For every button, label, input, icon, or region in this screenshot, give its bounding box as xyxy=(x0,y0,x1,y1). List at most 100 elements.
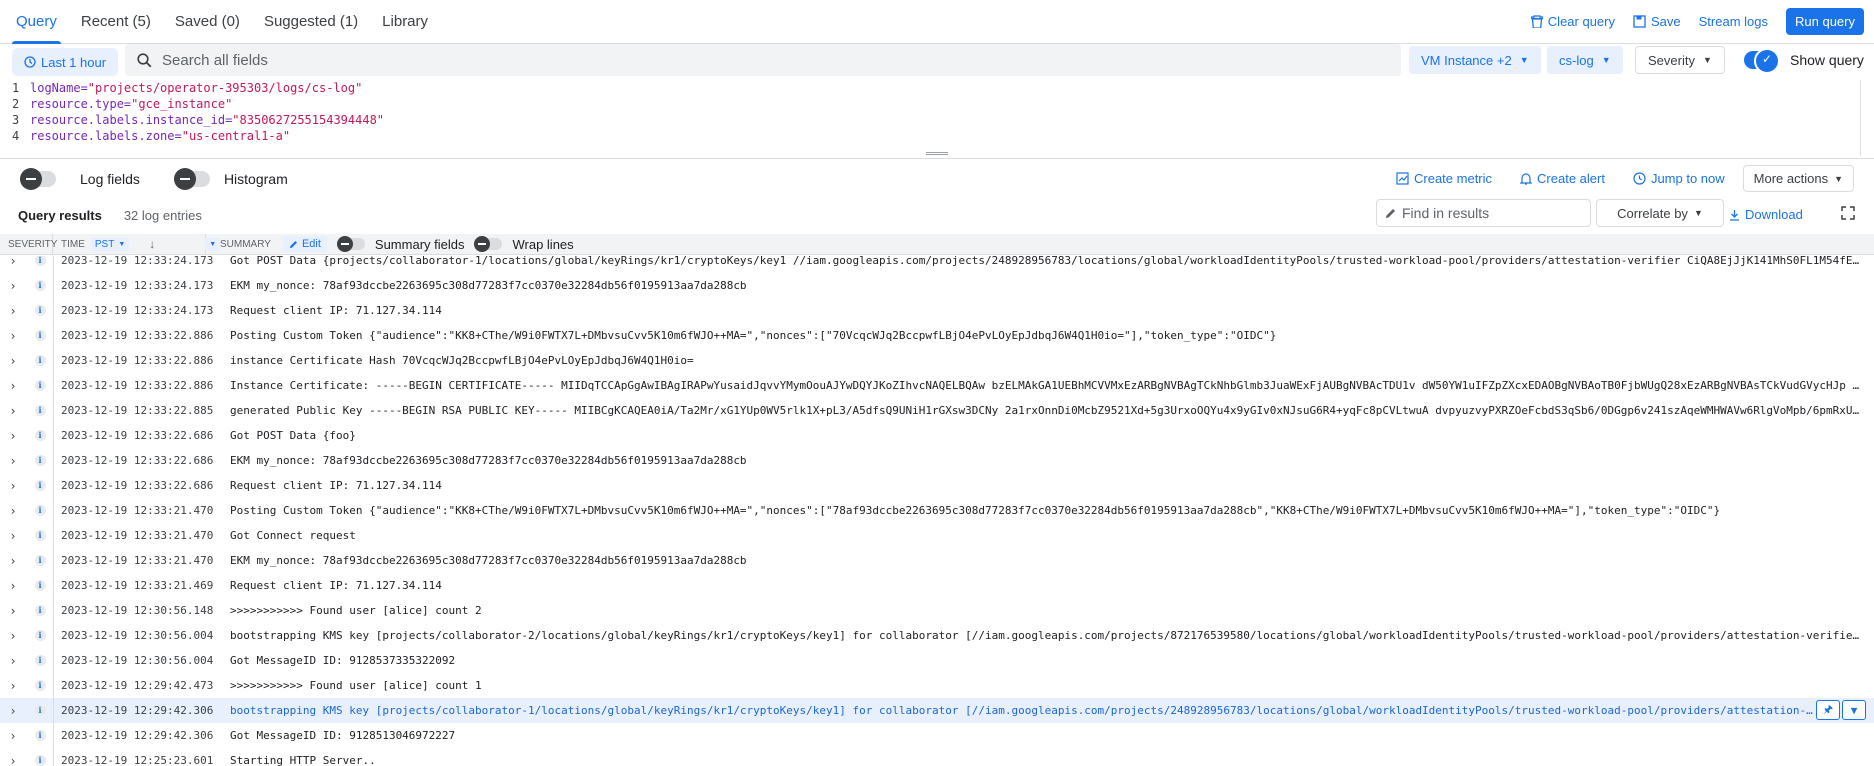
log-row[interactable]: › i 2023-12-19 12:29:42.306 Got MessageID I… xyxy=(0,723,1874,748)
log-entries: › i 2023-12-19 12:33:24.173 Got POST Data {… xyxy=(0,256,1874,766)
create-metric-button[interactable]: Create metric xyxy=(1396,171,1492,186)
log-row[interactable]: › i 2023-12-19 12:33:22.886 instance Certif… xyxy=(0,348,1874,373)
expand-chevron-icon[interactable]: › xyxy=(0,479,26,493)
log-row[interactable]: › i 2023-12-19 12:33:22.686 EKM my_nonce: 7… xyxy=(0,448,1874,473)
severity-column-header[interactable]: SEVERITY xyxy=(0,233,57,255)
expand-chevron-icon[interactable]: › xyxy=(0,279,26,293)
log-row[interactable]: › i 2023-12-19 12:25:23.601 Starting HTTP S… xyxy=(0,748,1874,766)
expand-chevron-icon[interactable]: › xyxy=(0,629,26,643)
summary-fields-toggle[interactable] xyxy=(336,236,365,252)
log-fields-toggle[interactable]: Log fields xyxy=(20,167,140,190)
more-actions-button[interactable]: More actions ▼ xyxy=(1742,165,1854,192)
wrap-lines-toggle[interactable] xyxy=(474,236,503,252)
editor-resize-handle[interactable] xyxy=(926,152,948,155)
log-row[interactable]: › i 2023-12-19 12:33:24.173 Request client … xyxy=(0,298,1874,323)
correlate-by-dropdown[interactable]: Correlate by ▼ xyxy=(1596,199,1724,227)
line-number: 3 xyxy=(12,113,20,127)
search-input[interactable] xyxy=(162,51,1262,69)
log-summary: >>>>>>>>>>> Found user [alice] count 1 xyxy=(230,679,482,692)
histogram-toggle[interactable]: Histogram xyxy=(173,167,288,190)
query-line[interactable]: 4 resource.labels.zone="us-central1-a" xyxy=(0,128,1874,144)
expand-chevron-icon[interactable]: › xyxy=(0,579,26,593)
fullscreen-icon[interactable] xyxy=(1841,206,1855,220)
save-button[interactable]: Save xyxy=(1633,14,1681,29)
log-row[interactable]: › i 2023-12-19 12:33:22.686 Request client … xyxy=(0,473,1874,498)
expand-chevron-icon[interactable]: › xyxy=(0,604,26,618)
expand-chevron-icon[interactable]: › xyxy=(0,454,26,468)
expand-chevron-icon[interactable]: › xyxy=(0,554,26,568)
expand-chevron-icon[interactable]: › xyxy=(0,304,26,318)
expand-chevron-icon[interactable]: › xyxy=(0,354,26,368)
find-in-results[interactable] xyxy=(1376,199,1591,227)
log-row[interactable]: › i 2023-12-19 12:33:24.173 Got POST Data {… xyxy=(0,256,1874,273)
log-row[interactable]: › i 2023-12-19 12:33:24.173 EKM my_nonce: 7… xyxy=(0,273,1874,298)
create-metric-label: Create metric xyxy=(1414,171,1493,186)
tab-suggested[interactable]: Suggested (1) xyxy=(252,0,370,44)
resource-filter-label: VM Instance +2 xyxy=(1421,52,1512,68)
jump-to-now-button[interactable]: Jump to now xyxy=(1633,171,1725,186)
time-range-chip[interactable]: Last 1 hour xyxy=(12,48,119,76)
expand-chevron-icon[interactable]: › xyxy=(0,504,26,518)
edit-summary-button[interactable]: Edit xyxy=(282,236,327,252)
time-column-header[interactable]: TIME PST ▼ ↓ ▼ xyxy=(53,233,221,255)
log-row[interactable]: › i 2023-12-19 12:33:21.470 Got Connect req… xyxy=(0,523,1874,548)
expand-chevron-icon[interactable]: › xyxy=(0,729,26,743)
log-row[interactable]: › i 2023-12-19 12:33:22.886 Posting Custom … xyxy=(0,323,1874,348)
column-divider xyxy=(53,448,54,473)
severity-dropdown[interactable]: Severity ▼ xyxy=(1635,46,1725,74)
log-summary: Posting Custom Token {"audience":"KK8+CT… xyxy=(230,504,1721,517)
query-line[interactable]: 1 logName="projects/operator-395303/logs/… xyxy=(0,80,1874,96)
expand-chevron-icon[interactable]: › xyxy=(0,704,26,718)
show-query-toggle[interactable]: Show query xyxy=(1744,48,1864,74)
caret-down-icon: ▼ xyxy=(118,240,126,248)
tab-library[interactable]: Library xyxy=(370,0,440,44)
severity-info-icon: i xyxy=(26,256,54,266)
find-input[interactable] xyxy=(1402,205,1582,221)
line-number: 2 xyxy=(12,97,20,111)
log-row[interactable]: › i 2023-12-19 12:30:56.004 bootstrapping K… xyxy=(0,623,1874,648)
query-line[interactable]: 2 resource.type="gce_instance" xyxy=(0,96,1874,112)
caret-down-icon[interactable]: ▼ xyxy=(1842,700,1866,720)
tab-recent[interactable]: Recent (5) xyxy=(69,0,163,44)
log-row[interactable]: › i 2023-12-19 12:33:22.885 generated Publi… xyxy=(0,398,1874,423)
query-editor[interactable]: 1 logName="projects/operator-395303/logs/… xyxy=(0,80,1874,156)
severity-info-icon: i xyxy=(26,480,54,491)
sort-arrow-icon[interactable]: ↓ xyxy=(149,237,155,251)
log-row[interactable]: › i 2023-12-19 12:29:42.473 >>>>>>>>>>> Fou… xyxy=(0,673,1874,698)
column-divider xyxy=(53,523,54,548)
log-summary: Got Connect request xyxy=(230,529,356,542)
expand-chevron-icon[interactable]: › xyxy=(0,529,26,543)
expand-chevron-icon[interactable]: › xyxy=(0,679,26,693)
log-timestamp: 2023-12-19 12:29:42.306 xyxy=(61,729,214,742)
expand-chevron-icon[interactable]: › xyxy=(0,329,26,343)
pin-icon[interactable]: 🖈 xyxy=(1816,700,1840,720)
editor-scrollbar[interactable] xyxy=(1860,80,1874,156)
tab-query[interactable]: Query xyxy=(4,0,69,44)
expand-chevron-icon[interactable]: › xyxy=(0,754,26,766)
search-bar[interactable] xyxy=(125,44,1401,76)
toggle-off-icon xyxy=(20,167,56,190)
log-name-dropdown[interactable]: cs-log ▼ xyxy=(1547,46,1623,74)
download-button[interactable]: Download xyxy=(1729,207,1803,222)
resource-filter-dropdown[interactable]: VM Instance +2 ▼ xyxy=(1409,46,1541,74)
log-row[interactable]: › i 2023-12-19 12:29:42.306 bootstrapping K… xyxy=(0,698,1874,723)
expand-chevron-icon[interactable]: › xyxy=(0,654,26,668)
log-row[interactable]: › i 2023-12-19 12:33:21.470 Posting Custom … xyxy=(0,498,1874,523)
expand-chevron-icon[interactable]: › xyxy=(0,404,26,418)
expand-chevron-icon[interactable]: › xyxy=(0,429,26,443)
timezone-selector[interactable]: PST ▼ xyxy=(90,237,130,251)
log-row[interactable]: › i 2023-12-19 12:30:56.148 >>>>>>>>>>> Fou… xyxy=(0,598,1874,623)
tab-saved[interactable]: Saved (0) xyxy=(163,0,252,44)
log-row[interactable]: › i 2023-12-19 12:33:21.469 Request client … xyxy=(0,573,1874,598)
log-row[interactable]: › i 2023-12-19 12:30:56.004 Got MessageID I… xyxy=(0,648,1874,673)
query-line[interactable]: 3 resource.labels.instance_id="8350627255… xyxy=(0,112,1874,128)
create-alert-button[interactable]: Create alert xyxy=(1520,171,1605,186)
expand-chevron-icon[interactable]: › xyxy=(0,256,26,268)
expand-chevron-icon[interactable]: › xyxy=(0,379,26,393)
clear-query-button[interactable]: Clear query xyxy=(1530,14,1615,29)
stream-logs-button[interactable]: Stream logs xyxy=(1699,14,1768,29)
log-row[interactable]: › i 2023-12-19 12:33:22.686 Got POST Data {… xyxy=(0,423,1874,448)
log-row[interactable]: › i 2023-12-19 12:33:22.886 Instance Certif… xyxy=(0,373,1874,398)
run-query-button[interactable]: Run query xyxy=(1786,8,1864,35)
log-row[interactable]: › i 2023-12-19 12:33:21.470 EKM my_nonce: 7… xyxy=(0,548,1874,573)
